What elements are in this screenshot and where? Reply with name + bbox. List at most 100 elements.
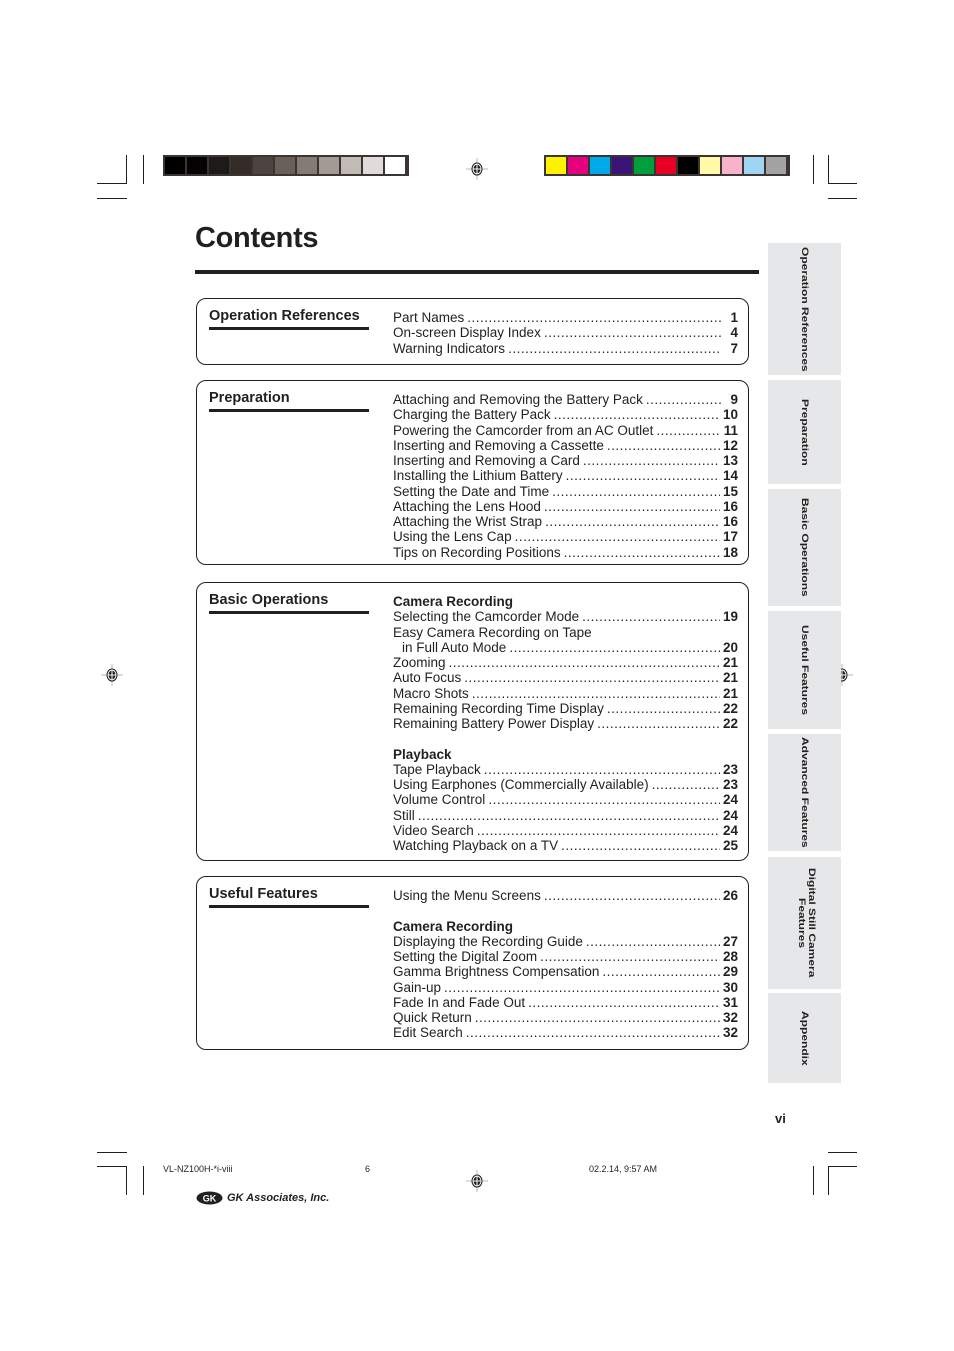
toc-entry[interactable]: Attaching the Lens Hood 16 bbox=[393, 499, 738, 514]
toc-entry[interactable]: Tips on Recording Positions 18 bbox=[393, 545, 738, 560]
toc-entry[interactable]: Displaying the Recording Guide 27 bbox=[393, 934, 738, 949]
color-swatch bbox=[187, 157, 207, 174]
dot-leader bbox=[545, 514, 720, 529]
dot-leader bbox=[652, 777, 720, 792]
toc-entry[interactable]: Video Search 24 bbox=[393, 823, 738, 838]
dot-leader bbox=[472, 686, 720, 701]
entry-page: 30 bbox=[722, 979, 738, 995]
dot-leader bbox=[656, 423, 720, 438]
toc-entry[interactable]: Powering the Camcorder from an AC Outlet… bbox=[393, 423, 738, 438]
toc-subheading: Camera Recording bbox=[393, 919, 738, 934]
entry-label: Installing the Lithium Battery bbox=[393, 468, 563, 484]
crop-mark bbox=[143, 155, 144, 184]
side-tab-useful-features[interactable]: Useful Features bbox=[768, 611, 841, 729]
crop-mark bbox=[97, 1166, 127, 1167]
color-swatch bbox=[231, 157, 251, 174]
page-title: Contents bbox=[195, 222, 319, 254]
toc-entry[interactable]: Warning Indicators 7 bbox=[393, 341, 738, 356]
toc-entry[interactable]: Installing the Lithium Battery 14 bbox=[393, 468, 738, 483]
logo-text: GK Associates, Inc. bbox=[227, 1192, 330, 1204]
toc-entry[interactable]: Macro Shots 21 bbox=[393, 686, 738, 701]
toc-entry[interactable]: Volume Control 24 bbox=[393, 792, 738, 807]
color-swatch bbox=[546, 157, 566, 174]
entry-page: 21 bbox=[722, 670, 738, 686]
side-tab-digital-still-camera-features[interactable]: Digital Still Camera Features bbox=[768, 857, 841, 989]
dot-leader bbox=[552, 484, 720, 499]
entry-label: Selecting the Camcorder Mode bbox=[393, 609, 580, 625]
dot-leader bbox=[582, 609, 720, 624]
toc-entry[interactable]: Inserting and Removing a Card 13 bbox=[393, 453, 738, 468]
color-swatch bbox=[209, 157, 229, 174]
entry-label: Watching Playback on a TV bbox=[393, 838, 559, 853]
toc-entry[interactable]: Watching Playback on a TV 25 bbox=[393, 838, 738, 853]
entry-page: 22 bbox=[722, 716, 738, 731]
toc-entry[interactable]: Edit Search 32 bbox=[393, 1025, 738, 1040]
registration-mark-icon bbox=[101, 664, 123, 686]
toc-entry[interactable]: On-screen Display Index 4 bbox=[393, 325, 738, 340]
crop-mark bbox=[813, 1166, 814, 1195]
section-title: Basic Operations bbox=[209, 592, 369, 614]
crop-mark bbox=[143, 1166, 144, 1195]
crop-mark bbox=[828, 155, 829, 184]
entry-page: 31 bbox=[722, 994, 738, 1010]
side-tab-label: Appendix bbox=[799, 1010, 811, 1066]
color-swatch bbox=[634, 157, 654, 174]
toc-entry[interactable]: Charging the Battery Pack 10 bbox=[393, 407, 738, 422]
entry-label: Tips on Recording Positions bbox=[393, 544, 561, 560]
color-swatch bbox=[700, 157, 720, 174]
entry-label: Volume Control bbox=[393, 792, 486, 808]
entry-page: 24 bbox=[722, 807, 738, 823]
color-swatch bbox=[275, 157, 295, 174]
toc-entry[interactable]: Gain-up 30 bbox=[393, 980, 738, 995]
side-tab-preparation[interactable]: Preparation bbox=[768, 380, 841, 484]
toc-entry[interactable]: Selecting the Camcorder Mode 19 bbox=[393, 609, 738, 624]
side-tab-operation-references[interactable]: Operation References bbox=[768, 243, 841, 375]
entry-label: Displaying the Recording Guide bbox=[393, 933, 583, 949]
dot-leader bbox=[597, 716, 720, 731]
entry-page: 32 bbox=[722, 1010, 738, 1025]
dot-leader bbox=[544, 499, 720, 514]
toc-entry[interactable]: Attaching and Removing the Battery Pack 9 bbox=[393, 392, 738, 407]
entry-label: Using the Lens Cap bbox=[393, 529, 512, 545]
entry-page: 20 bbox=[722, 639, 738, 655]
side-tab-basic-operations[interactable]: Basic Operations bbox=[768, 489, 841, 606]
entry-label: Attaching the Wrist Strap bbox=[393, 514, 543, 529]
side-tab-label: Useful Features bbox=[799, 624, 811, 716]
toc-entry[interactable]: Attaching the Wrist Strap 16 bbox=[393, 514, 738, 529]
entry-label: Easy Camera Recording on Tape bbox=[393, 624, 592, 640]
toc-entry[interactable]: Tape Playback 23 bbox=[393, 762, 738, 777]
toc-entry[interactable]: Auto Focus 21 bbox=[393, 670, 738, 685]
entry-page: 22 bbox=[722, 700, 738, 716]
color-swatch bbox=[678, 157, 698, 174]
toc-entry[interactable]: Setting the Date and Time 15 bbox=[393, 484, 738, 499]
side-tab-advanced-features[interactable]: Advanced Features bbox=[768, 734, 841, 851]
entry-label: Remaining Recording Time Display bbox=[393, 700, 604, 716]
color-swatch bbox=[744, 157, 764, 174]
registration-mark-icon bbox=[466, 1170, 488, 1192]
toc-entry[interactable]: Fade In and Fade Out 31 bbox=[393, 995, 738, 1010]
toc-entry[interactable]: Zooming 21 bbox=[393, 655, 738, 670]
toc-entry[interactable]: Using the Menu Screens 26 bbox=[393, 888, 738, 903]
toc-entry[interactable]: in Full Auto Mode 20 bbox=[393, 640, 738, 655]
toc-entry[interactable]: Remaining Recording Time Display 22 bbox=[393, 701, 738, 716]
toc-entry[interactable]: Part Names 1 bbox=[393, 310, 738, 325]
entry-label: Powering the Camcorder from an AC Outlet bbox=[393, 422, 654, 438]
toc-entry[interactable]: Setting the Digital Zoom 28 bbox=[393, 949, 738, 964]
dot-leader bbox=[418, 808, 720, 823]
entry-label: Zooming bbox=[393, 655, 446, 670]
toc-entry[interactable]: Still 24 bbox=[393, 808, 738, 823]
side-tab-appendix[interactable]: Appendix bbox=[768, 993, 841, 1083]
toc-entry[interactable]: Gamma Brightness Compensation 29 bbox=[393, 964, 738, 979]
entry-label: Edit Search bbox=[393, 1025, 463, 1041]
dot-leader bbox=[444, 980, 720, 995]
toc-entry[interactable]: Inserting and Removing a Cassette 12 bbox=[393, 438, 738, 453]
toc-entry[interactable]: Using the Lens Cap 17 bbox=[393, 529, 738, 544]
toc-entry[interactable]: Remaining Battery Power Display 22 bbox=[393, 716, 738, 731]
dot-leader bbox=[508, 341, 721, 356]
crop-mark bbox=[828, 183, 857, 184]
toc-entry[interactable]: Using Earphones (Commercially Available)… bbox=[393, 777, 738, 792]
toc-entry[interactable]: Quick Return 32 bbox=[393, 1010, 738, 1025]
crop-mark bbox=[828, 198, 857, 199]
dot-leader bbox=[583, 453, 720, 468]
toc-entries: Attaching and Removing the Battery Pack 9… bbox=[393, 392, 738, 560]
